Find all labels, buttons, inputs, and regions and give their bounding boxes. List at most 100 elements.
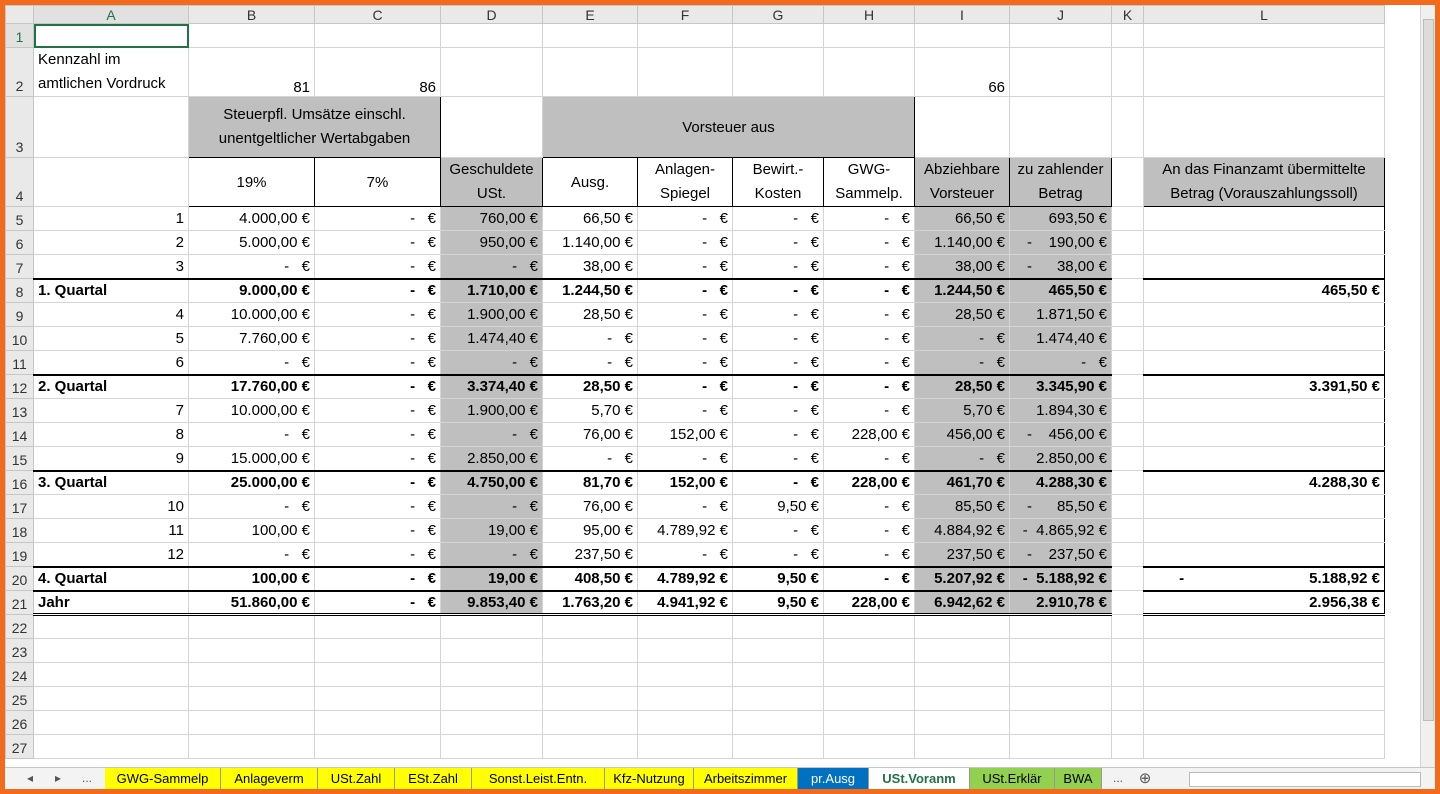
- cell-i[interactable]: [914, 734, 1010, 759]
- cell[interactable]: [732, 47, 824, 97]
- cell-l[interactable]: [1143, 710, 1385, 735]
- cell-b[interactable]: - €: [188, 494, 315, 519]
- cell-a1[interactable]: [33, 23, 189, 48]
- cell-e[interactable]: [542, 614, 638, 639]
- cell-k[interactable]: [1111, 638, 1144, 663]
- cell-g[interactable]: [732, 686, 824, 711]
- cell-a[interactable]: 2. Quartal: [33, 373, 189, 399]
- cell[interactable]: [440, 47, 543, 97]
- cell-h[interactable]: - €: [823, 373, 915, 399]
- cell-e[interactable]: 28,50 €: [542, 373, 638, 399]
- cell-i[interactable]: 237,50 €: [914, 542, 1010, 567]
- cell-g[interactable]: - €: [732, 230, 824, 255]
- cell-f[interactable]: 4.941,92 €: [637, 589, 733, 616]
- row-header[interactable]: 5: [5, 206, 34, 231]
- row-header[interactable]: 17: [5, 494, 34, 519]
- cell-c[interactable]: - €: [314, 518, 441, 543]
- cell-k[interactable]: [1111, 230, 1144, 255]
- sheet-tab[interactable]: BWA: [1055, 768, 1102, 789]
- sheet-tab[interactable]: USt.Voranm: [869, 768, 970, 789]
- sheet-tab[interactable]: USt.Zahl: [318, 768, 395, 789]
- row-header[interactable]: 27: [5, 734, 34, 759]
- cell-d[interactable]: 950,00 €: [440, 230, 543, 255]
- row-header[interactable]: 1: [5, 23, 34, 48]
- cell-f[interactable]: - €: [637, 494, 733, 519]
- header-abziehbare-vorsteuer[interactable]: Abziehbare Vorsteuer: [914, 157, 1010, 207]
- cell-j[interactable]: - €: [1009, 350, 1112, 375]
- column-header[interactable]: D: [440, 5, 543, 24]
- row-header[interactable]: 2: [5, 47, 34, 97]
- cell-b[interactable]: 7.760,00 €: [188, 326, 315, 351]
- cell-a[interactable]: 4. Quartal: [33, 565, 189, 591]
- cell-k[interactable]: [1111, 734, 1144, 759]
- cell-b[interactable]: - €: [188, 542, 315, 567]
- cell-c[interactable]: - €: [314, 469, 441, 495]
- sheet-tab[interactable]: USt.Erklär: [970, 768, 1055, 789]
- cell-i[interactable]: 1.140,00 €: [914, 230, 1010, 255]
- vertical-scrollbar[interactable]: [1420, 5, 1435, 769]
- cell-j[interactable]: - 5.188,92 €: [1009, 565, 1112, 591]
- cell-g[interactable]: - €: [732, 277, 824, 303]
- cell-k[interactable]: [1111, 446, 1144, 471]
- cell-h[interactable]: [823, 614, 915, 639]
- cell-a[interactable]: 6: [33, 350, 189, 375]
- header-ausg[interactable]: Ausg.: [542, 157, 638, 207]
- cell[interactable]: [1111, 96, 1144, 158]
- cell-l[interactable]: [1143, 422, 1385, 447]
- cell-c[interactable]: - €: [314, 565, 441, 591]
- cell-k[interactable]: [1111, 326, 1144, 351]
- cell-c[interactable]: - €: [314, 542, 441, 567]
- cell-h[interactable]: - €: [823, 565, 915, 591]
- cell-j[interactable]: 1.894,30 €: [1009, 398, 1112, 423]
- cell-h[interactable]: - €: [823, 254, 915, 279]
- cell-j[interactable]: [1009, 662, 1112, 687]
- cell-g[interactable]: - €: [732, 206, 824, 231]
- cell-e[interactable]: [542, 638, 638, 663]
- cell-k[interactable]: [1111, 374, 1144, 399]
- cell-g[interactable]: [732, 614, 824, 639]
- cell[interactable]: [1009, 47, 1112, 97]
- row-header[interactable]: 24: [5, 662, 34, 687]
- cell-j[interactable]: [1009, 638, 1112, 663]
- cell-d[interactable]: [440, 734, 543, 759]
- cell-h[interactable]: - €: [823, 277, 915, 303]
- cell-i[interactable]: 4.884,92 €: [914, 518, 1010, 543]
- sheet-tab[interactable]: pr.Ausg: [798, 768, 869, 789]
- sheet-tab[interactable]: Kfz-Nutzung: [605, 768, 694, 789]
- cell-h[interactable]: [823, 638, 915, 663]
- row-header[interactable]: 11: [5, 350, 34, 375]
- cell-k[interactable]: [1111, 398, 1144, 423]
- cell-d[interactable]: 19,00 €: [440, 565, 543, 591]
- header-gwg-sammelp[interactable]: GWG- Sammelp.: [823, 157, 915, 207]
- cell-e[interactable]: 408,50 €: [542, 565, 638, 591]
- cell-g[interactable]: - €: [732, 350, 824, 375]
- kennzahl-label[interactable]: Kennzahl im amtlichen Vordruck: [33, 47, 189, 97]
- cell-e[interactable]: [542, 686, 638, 711]
- cell-f[interactable]: [637, 710, 733, 735]
- cell-b[interactable]: 15.000,00 €: [188, 446, 315, 471]
- cell[interactable]: [1111, 157, 1144, 207]
- cell[interactable]: [637, 23, 733, 48]
- cell-k[interactable]: [1111, 470, 1144, 495]
- cell-f[interactable]: - €: [637, 230, 733, 255]
- cell-l[interactable]: - 5.188,92 €: [1143, 565, 1385, 591]
- cell-a[interactable]: [33, 662, 189, 687]
- cell-g[interactable]: - €: [732, 398, 824, 423]
- cell-e[interactable]: 66,50 €: [542, 206, 638, 231]
- cell-c[interactable]: - €: [314, 589, 441, 616]
- cell-d[interactable]: [440, 614, 543, 639]
- cell-j[interactable]: 1.871,50 €: [1009, 302, 1112, 327]
- cell-f[interactable]: 4.789,92 €: [637, 518, 733, 543]
- kennzahl-81[interactable]: 81: [188, 47, 315, 97]
- cell[interactable]: [440, 96, 543, 158]
- cell-l[interactable]: 4.288,30 €: [1143, 469, 1385, 495]
- header-anlagen-spiegel[interactable]: Anlagen- Spiegel: [637, 157, 733, 207]
- vorsteuer-header[interactable]: Vorsteuer aus: [542, 96, 915, 158]
- row-header[interactable]: 4: [5, 157, 34, 207]
- cell-g[interactable]: [732, 662, 824, 687]
- select-all-corner[interactable]: [5, 5, 34, 24]
- cell-c[interactable]: - €: [314, 302, 441, 327]
- cell-j[interactable]: 1.474,40 €: [1009, 326, 1112, 351]
- cell-d[interactable]: - €: [440, 494, 543, 519]
- cell-a[interactable]: [33, 614, 189, 639]
